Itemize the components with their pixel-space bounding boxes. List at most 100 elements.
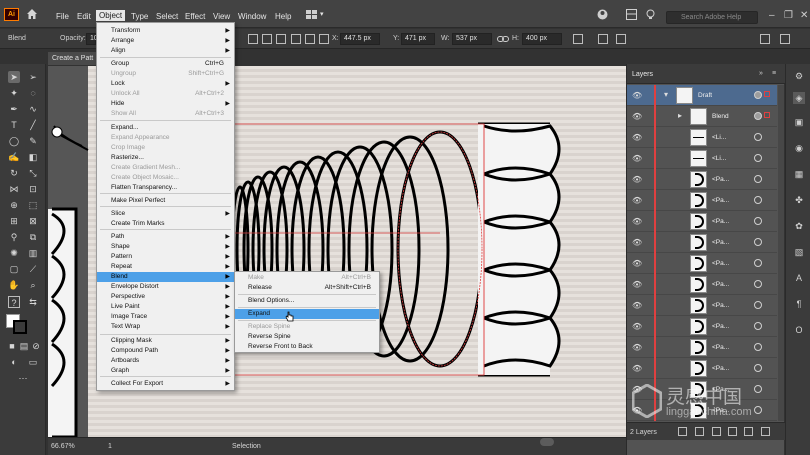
layer-row[interactable]: 👁︎ <Pa... (627, 295, 777, 316)
object-menu-item-repeat[interactable]: Repeat ▶ (97, 262, 234, 272)
layer-name[interactable]: <Pa... (712, 344, 729, 351)
menu-edit[interactable]: Edit (77, 12, 91, 21)
object-menu-item-image-trace[interactable]: Image Trace ▶ (97, 312, 234, 322)
ellipse-tool-icon[interactable]: ◯ (8, 135, 20, 147)
mesh-tool-icon[interactable]: ⊠ (27, 215, 39, 227)
paragraph-icon[interactable]: ¶ (793, 298, 805, 310)
menu-select[interactable]: Select (156, 12, 178, 21)
help-icon[interactable]: ? (8, 296, 20, 308)
layer-target-icon[interactable] (754, 91, 762, 99)
collapse-chevron-icon[interactable]: ▸ (678, 111, 682, 120)
slice-tool-icon[interactable]: ⟋ (27, 263, 39, 275)
layer-row[interactable]: 👁︎ <Pa... (627, 253, 777, 274)
object-menu-item-clipping-mask[interactable]: Clipping Mask ▶ (97, 336, 234, 346)
object-menu-item-slice[interactable]: Slice ▶ (97, 209, 234, 219)
visibility-eye-icon[interactable]: 👁︎ (632, 133, 642, 142)
blend-menu-item-reverse-front-to-back[interactable]: Reverse Front to Back (235, 342, 379, 352)
layer-row[interactable]: 👁︎ <Pa... (627, 316, 777, 337)
type-tool-icon[interactable]: T (8, 119, 20, 131)
layer-target-icon[interactable] (754, 364, 762, 372)
layer-target-icon[interactable] (754, 343, 762, 351)
minimize-button[interactable]: – (769, 10, 775, 21)
visibility-eye-icon[interactable]: 👁︎ (632, 112, 642, 121)
screen-mode-icon[interactable]: ▭ (27, 356, 39, 368)
layers-icon[interactable]: ◈ (793, 92, 805, 104)
layer-name[interactable]: <Pa... (712, 323, 729, 330)
align-top-icon[interactable] (291, 34, 301, 44)
visibility-eye-icon[interactable]: 👁︎ (632, 175, 642, 184)
expand-chevron-icon[interactable]: ▾ (664, 90, 668, 99)
y-field[interactable]: 471 px (401, 33, 435, 45)
workspace-chevron-icon[interactable]: ▾ (320, 10, 324, 18)
visibility-eye-icon[interactable]: 👁︎ (632, 217, 642, 226)
layer-row[interactable]: 👁︎ <Pa... (627, 169, 777, 190)
document-tab[interactable]: Create a Patt (48, 52, 96, 65)
perspective-grid-tool-icon[interactable]: ⊞ (8, 215, 20, 227)
menu-object[interactable]: Object (96, 10, 126, 21)
layer-target-icon[interactable] (754, 301, 762, 309)
eyedropper-tool-icon[interactable]: ⚲ (8, 231, 20, 243)
paintbrush-tool-icon[interactable]: ✍ (8, 151, 20, 163)
x-field[interactable]: 447.5 px (340, 33, 380, 45)
layer-row[interactable]: 👁︎ <Li... (627, 148, 777, 169)
free-transform-tool-icon[interactable]: ⊡ (27, 183, 39, 195)
layer-name[interactable]: <Pa... (712, 260, 729, 267)
layers-menu-icon[interactable]: ≡ (772, 70, 776, 77)
delete-layer-icon[interactable] (761, 427, 770, 436)
more-tools-icon[interactable]: ⋯ (17, 372, 29, 384)
graphic-styles-icon[interactable]: ▧ (793, 246, 805, 258)
visibility-eye-icon[interactable]: 👁︎ (632, 322, 642, 331)
restore-button[interactable]: ❐ (784, 10, 793, 21)
pen-tool-icon[interactable]: ✒ (8, 103, 20, 115)
lightbulb-icon[interactable] (645, 9, 656, 20)
layer-name[interactable]: <Pa... (712, 281, 729, 288)
layer-name[interactable]: <Pa... (712, 218, 729, 225)
layer-target-icon[interactable] (754, 196, 762, 204)
swatches-icon[interactable]: ▦ (793, 168, 805, 180)
layer-target-icon[interactable] (754, 322, 762, 330)
layer-target-icon[interactable] (754, 259, 762, 267)
object-menu-item-arrange[interactable]: Arrange ▶ (97, 36, 234, 46)
layer-target-icon[interactable] (754, 175, 762, 183)
visibility-eye-icon[interactable]: 👁︎ (632, 196, 642, 205)
create-new-layer-icon[interactable] (744, 427, 753, 436)
color-icon[interactable]: ◉ (793, 142, 805, 154)
object-menu-item-hide[interactable]: Hide ▶ (97, 99, 234, 109)
panel-menu-icon[interactable] (780, 34, 790, 44)
object-menu-item-rasterize[interactable]: Rasterize... (97, 153, 234, 163)
zoom-tool-icon[interactable]: ⌕ (27, 279, 39, 291)
horizontal-scrollbar-thumb[interactable] (540, 438, 554, 446)
layers-panel-title[interactable]: Layers (632, 71, 653, 78)
object-menu-item-collect-for-export[interactable]: Collect For Export ▶ (97, 379, 234, 389)
layer-name[interactable]: Blend (712, 113, 729, 120)
layer-row[interactable]: 👁︎ <Li... (627, 127, 777, 148)
layer-name[interactable]: <Pa... (712, 176, 729, 183)
align-right-icon[interactable] (276, 34, 286, 44)
selection-tool-icon[interactable]: ➤ (8, 71, 20, 83)
layer-row[interactable]: 👁︎ <Pa... (627, 190, 777, 211)
rotate-tool-icon[interactable]: ↻ (8, 167, 20, 179)
menu-type[interactable]: Type (131, 12, 148, 21)
layer-name[interactable]: <Li... (712, 155, 726, 162)
opacity-field[interactable]: 10 (86, 33, 98, 45)
blend-menu-item-blend-options[interactable]: Blend Options... (235, 296, 379, 306)
layer-target-icon[interactable] (754, 238, 762, 246)
layer-target-icon[interactable] (754, 133, 762, 141)
blend-menu-item-expand[interactable]: Expand (235, 309, 379, 319)
blend-menu-item-reverse-spine[interactable]: Reverse Spine (235, 332, 379, 342)
menu-help[interactable]: Help (275, 12, 291, 21)
layer-row[interactable]: 👁︎ <Pa... (627, 232, 777, 253)
isolate-icon[interactable] (598, 34, 608, 44)
hand-tool-icon[interactable]: ✋ (8, 279, 20, 291)
layer-row[interactable]: 👁︎ <Pa... (627, 274, 777, 295)
swap-colors-icon[interactable]: ⇆ (27, 296, 39, 308)
object-menu-item-lock[interactable]: Lock ▶ (97, 79, 234, 89)
locate-object-icon[interactable] (695, 427, 704, 436)
arrange-documents-icon[interactable] (626, 9, 637, 20)
opentype-icon[interactable]: O (793, 324, 805, 336)
create-sublayer-icon[interactable] (728, 427, 737, 436)
layer-target-icon[interactable] (754, 154, 762, 162)
layer-target-icon[interactable] (754, 280, 762, 288)
menu-view[interactable]: View (213, 12, 230, 21)
home-icon[interactable] (26, 8, 38, 20)
